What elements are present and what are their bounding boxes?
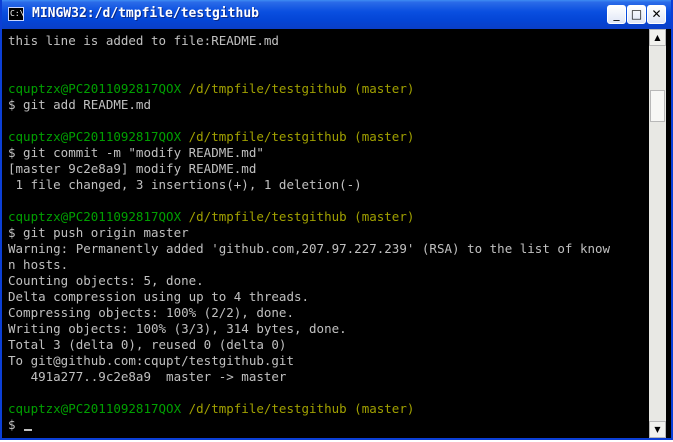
prompt-symbol: $ [8,417,24,432]
prompt-header-line: cquptzx@PC2011092817QOX /d/tmpfile/testg… [8,129,610,145]
output-line: Counting objects: 5, done. [8,273,204,288]
scroll-thumb[interactable] [650,89,665,122]
terminal-output[interactable]: this line is added to file:README.md cqup… [2,29,647,438]
prompt-path: /d/tmpfile/testgithub (master) [181,401,415,416]
vertical-scrollbar[interactable]: ▲ ▼ [649,29,666,438]
output-line: Writing objects: 100% (3/3), 314 bytes, … [8,321,347,336]
prompt-path: /d/tmpfile/testgithub (master) [181,81,415,96]
prompt-user-host: cquptzx@PC2011092817QOX [8,81,182,96]
prompt-header-line: cquptzx@PC2011092817QOX /d/tmpfile/testg… [8,209,610,225]
scroll-up-button[interactable]: ▲ [649,29,666,46]
prompt-path: /d/tmpfile/testgithub (master) [181,209,415,224]
prompt-user-host: cquptzx@PC2011092817QOX [8,401,182,416]
output-line: $ git add README.md [8,97,151,112]
output-line: 1 file changed, 3 insertions(+), 1 delet… [8,177,362,192]
output-line: To git@github.com:cqupt/testgithub.git [8,353,294,368]
output-line: [master 9c2e8a9] modify README.md [8,161,257,176]
minimize-button[interactable]: _ [607,5,626,24]
close-button[interactable]: ✕ [647,5,666,24]
window-title: MINGW32:/d/tmpfile/testgithub [32,6,259,21]
maximize-button[interactable]: □ [627,5,646,24]
output-line: Warning: Permanently added 'github.com,2… [8,241,611,256]
output-line: $ git commit -m "modify README.md" [8,145,264,160]
title-bar[interactable]: C:\ MINGW32:/d/tmpfile/testgithub _ □ ✕ [2,0,671,29]
prompt-header-line: cquptzx@PC2011092817QOX /d/tmpfile/testg… [8,81,610,97]
terminal-lines: this line is added to file:README.md cqup… [8,33,610,433]
output-line: $ git push origin master [8,225,189,240]
output-line: Delta compression using up to 4 threads. [8,289,310,304]
prompt-user-host: cquptzx@PC2011092817QOX [8,209,182,224]
output-line: 491a277..9c2e8a9 master -> master [8,369,287,384]
output-line: Compressing objects: 100% (2/2), done. [8,305,294,320]
terminal-window: C:\ MINGW32:/d/tmpfile/testgithub _ □ ✕ … [0,0,673,440]
prompt-header-line: cquptzx@PC2011092817QOX /d/tmpfile/testg… [8,401,610,417]
scroll-down-button[interactable]: ▼ [649,421,666,438]
current-prompt-line[interactable]: $ [8,417,610,433]
output-line: n hosts. [8,257,69,272]
text-cursor [24,429,33,431]
output-line: this line is added to file:README.md [8,33,279,48]
prompt-path: /d/tmpfile/testgithub (master) [181,129,415,144]
output-line: Total 3 (delta 0), reused 0 (delta 0) [8,337,287,352]
console-app-icon[interactable]: C:\ [8,7,24,21]
prompt-user-host: cquptzx@PC2011092817QOX [8,129,182,144]
